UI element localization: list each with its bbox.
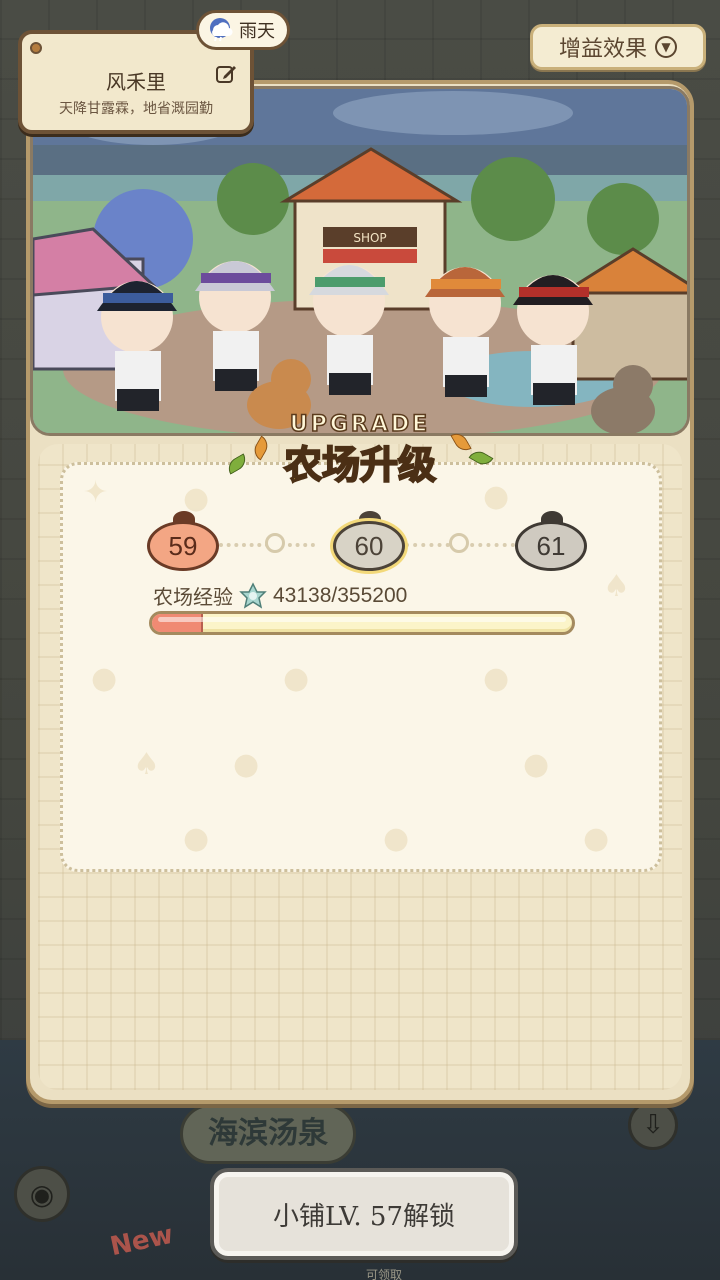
pumpkin-icon: ● bbox=[523, 747, 550, 782]
pumpkin-icon: ● bbox=[483, 661, 510, 696]
experience-value: 43138/355200 bbox=[273, 583, 408, 607]
download-arrow-icon[interactable]: ⇩ bbox=[628, 1100, 678, 1150]
apple-icon: ● bbox=[383, 821, 410, 856]
level-value: 61 bbox=[515, 521, 587, 571]
experience-progress-bar bbox=[149, 611, 575, 635]
svg-text:SHOP: SHOP bbox=[353, 231, 386, 245]
pin-icon bbox=[30, 42, 42, 54]
rain-cloud-icon bbox=[210, 18, 233, 42]
level-badge-59: 59 bbox=[147, 509, 219, 573]
pumpkin-icon: ● bbox=[183, 821, 210, 856]
apple-icon: ● bbox=[283, 661, 310, 696]
scene-art: SHOP bbox=[33, 89, 687, 433]
boost-effects-label: 增益效果 bbox=[558, 37, 647, 62]
mushroom-icon: ♠ bbox=[133, 747, 160, 782]
farm-upgrade-banner: UPGRADE 农场升级 bbox=[222, 411, 498, 492]
farm-motto: 天降甘露霖，地省溉园勤 bbox=[59, 101, 213, 117]
mushroom-icon: ♠ bbox=[603, 569, 630, 604]
level-badge-60: 60 bbox=[333, 509, 405, 573]
claim-hint: 可领取 bbox=[366, 1268, 403, 1280]
chevron-down-icon: ▼ bbox=[655, 36, 677, 58]
level-value: 59 bbox=[147, 521, 219, 571]
level-track: 59 60 61 bbox=[147, 505, 587, 575]
weather-label: 雨天 bbox=[239, 21, 275, 42]
pumpkin-icon: ● bbox=[91, 661, 118, 696]
pumpkin-icon: ● bbox=[233, 747, 260, 782]
banner-title: 农场升级 bbox=[283, 442, 437, 488]
pumpkin-icon: ● bbox=[583, 821, 610, 856]
level-value: 60 bbox=[333, 521, 405, 571]
edit-icon[interactable] bbox=[214, 62, 238, 86]
experience-gem-icon bbox=[239, 581, 267, 609]
carrot-icon: ✦ bbox=[83, 475, 109, 510]
unlock-button[interactable]: 小铺LV. 57解锁 bbox=[210, 1168, 518, 1260]
boost-effects-button[interactable]: 增益效果 ▼ bbox=[530, 24, 706, 70]
location-sign: 海滨汤泉 bbox=[180, 1104, 356, 1164]
level-badge-61: 61 bbox=[515, 509, 587, 573]
progress-sheen bbox=[158, 617, 566, 622]
farm-experience-card: ✦ ● ● ♠ ● ● ● ♠ ● ● ● ● ● 59 60 61 农场经验 … bbox=[60, 462, 662, 872]
experience-label: 农场经验 bbox=[153, 585, 233, 609]
experience-row: 农场经验 43138/355200 bbox=[153, 581, 407, 610]
level-step-marker bbox=[265, 533, 285, 553]
farm-scene-illustration: SHOP bbox=[30, 86, 690, 436]
weather-tag[interactable]: 雨天 bbox=[196, 10, 290, 50]
level-step-marker bbox=[449, 533, 469, 553]
eye-icon[interactable]: ◉ bbox=[14, 1166, 70, 1222]
